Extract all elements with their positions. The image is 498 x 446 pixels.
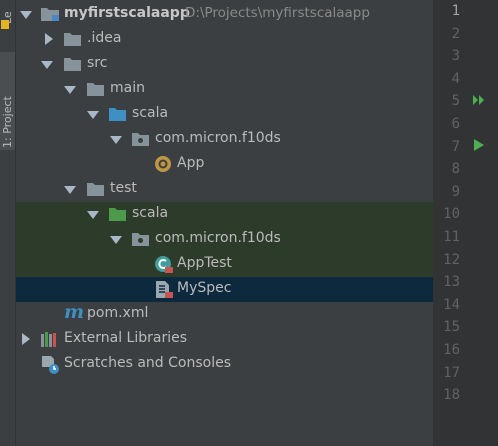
- line-number: 1: [451, 3, 460, 19]
- test-label: test: [110, 180, 137, 196]
- apptest-label: AppTest: [177, 255, 232, 271]
- collapse-arrow-icon[interactable]: [22, 333, 30, 345]
- tree-node-root[interactable]: myfirstscalaapp D:\Projects\myfirstscala…: [16, 2, 433, 27]
- scratches-label: Scratches and Consoles: [64, 355, 231, 371]
- tree-node-src[interactable]: src: [16, 52, 433, 77]
- tool-window-strip: Le 1: Project: [0, 0, 16, 446]
- expand-arrow-icon[interactable]: [20, 11, 32, 19]
- line-number: 12: [443, 251, 460, 268]
- collapse-arrow-icon[interactable]: [45, 33, 53, 45]
- app-label: App: [177, 155, 205, 171]
- line-number: 17: [443, 364, 460, 381]
- editor-gutter: 1 2 3 4 5 6 7 8 9 10 11 12 13 14 15 16 17 18: [433, 0, 498, 446]
- expand-arrow-icon[interactable]: [64, 186, 76, 194]
- run-main-icon[interactable]: [473, 138, 485, 152]
- line-number: 13: [443, 274, 460, 291]
- maven-icon: m: [64, 301, 85, 323]
- scala-object-icon: [155, 156, 171, 172]
- lightbulb-icon: [1, 20, 9, 29]
- tree-node-test-scala[interactable]: scala: [16, 202, 433, 227]
- main-package-label: com.micron.f10ds: [155, 130, 281, 146]
- line-number: 8: [451, 161, 460, 178]
- line-number: 9: [451, 183, 460, 200]
- scala-test-class-icon: [155, 256, 173, 273]
- tree-node-myspec[interactable]: MySpec: [16, 277, 433, 302]
- tree-node-main-scala[interactable]: scala: [16, 102, 433, 127]
- expand-arrow-icon[interactable]: [64, 86, 76, 94]
- module-folder-icon: [41, 8, 59, 21]
- root-path: D:\Projects\myfirstscalaapp: [185, 5, 370, 21]
- library-icon: [41, 332, 56, 347]
- line-number: 18: [443, 387, 460, 404]
- tree-node-test-package[interactable]: com.micron.f10ds: [16, 227, 433, 252]
- tree-node-app[interactable]: App: [16, 152, 433, 177]
- test-folder-icon: [109, 208, 126, 221]
- line-number: 11: [443, 229, 460, 245]
- tree-node-main-package[interactable]: com.micron.f10ds: [16, 127, 433, 152]
- scratches-icon: [42, 356, 59, 374]
- tree-node-scratches[interactable]: Scratches and Consoles: [16, 352, 433, 377]
- scala-file-icon: [156, 281, 173, 298]
- line-number: 3: [451, 48, 460, 65]
- main-scala-label: scala: [132, 105, 169, 121]
- line-number: 5: [451, 93, 460, 110]
- myspec-label: MySpec: [177, 280, 232, 296]
- folder-icon: [87, 83, 104, 96]
- idea-label: .idea: [87, 30, 122, 46]
- project-tab[interactable]: 1: Project: [0, 52, 15, 150]
- tree-node-main[interactable]: main: [16, 77, 433, 102]
- main-label: main: [110, 80, 145, 96]
- line-number: 14: [443, 296, 460, 313]
- line-number: 7: [451, 138, 460, 155]
- folder-icon: [87, 183, 104, 196]
- tree-node-test[interactable]: test: [16, 177, 433, 202]
- run-object-icon[interactable]: [471, 92, 487, 108]
- test-scala-label: scala: [132, 205, 169, 221]
- external-libraries-label: External Libraries: [64, 330, 187, 346]
- expand-arrow-icon[interactable]: [110, 136, 122, 144]
- source-folder-icon: [109, 108, 126, 121]
- tree-node-pom[interactable]: m pom.xml: [16, 301, 433, 327]
- tree-node-external-libraries[interactable]: External Libraries: [16, 327, 433, 352]
- root-name: myfirstscalaapp: [64, 5, 190, 21]
- package-icon: [132, 133, 149, 146]
- line-number: 6: [451, 116, 460, 132]
- learn-tab[interactable]: Le: [0, 0, 15, 48]
- package-icon: [132, 233, 149, 246]
- expand-arrow-icon[interactable]: [87, 211, 99, 219]
- project-tree: myfirstscalaapp D:\Projects\myfirstscala…: [16, 0, 433, 446]
- line-number: 10: [443, 206, 460, 223]
- expand-arrow-icon[interactable]: [110, 236, 122, 244]
- expand-arrow-icon[interactable]: [87, 111, 99, 119]
- pom-label: pom.xml: [87, 305, 149, 321]
- folder-icon: [64, 58, 81, 71]
- line-number: 15: [443, 319, 460, 336]
- expand-arrow-icon[interactable]: [41, 61, 53, 69]
- project-tab-label: 1: Project: [1, 96, 14, 148]
- src-label: src: [87, 55, 108, 71]
- line-number: 16: [443, 342, 460, 358]
- tree-node-idea[interactable]: .idea: [16, 27, 433, 52]
- line-number: 4: [451, 70, 460, 87]
- test-package-label: com.micron.f10ds: [155, 230, 281, 246]
- folder-icon: [64, 33, 81, 46]
- line-number: 2: [451, 25, 460, 42]
- tree-node-apptest[interactable]: AppTest: [16, 252, 433, 277]
